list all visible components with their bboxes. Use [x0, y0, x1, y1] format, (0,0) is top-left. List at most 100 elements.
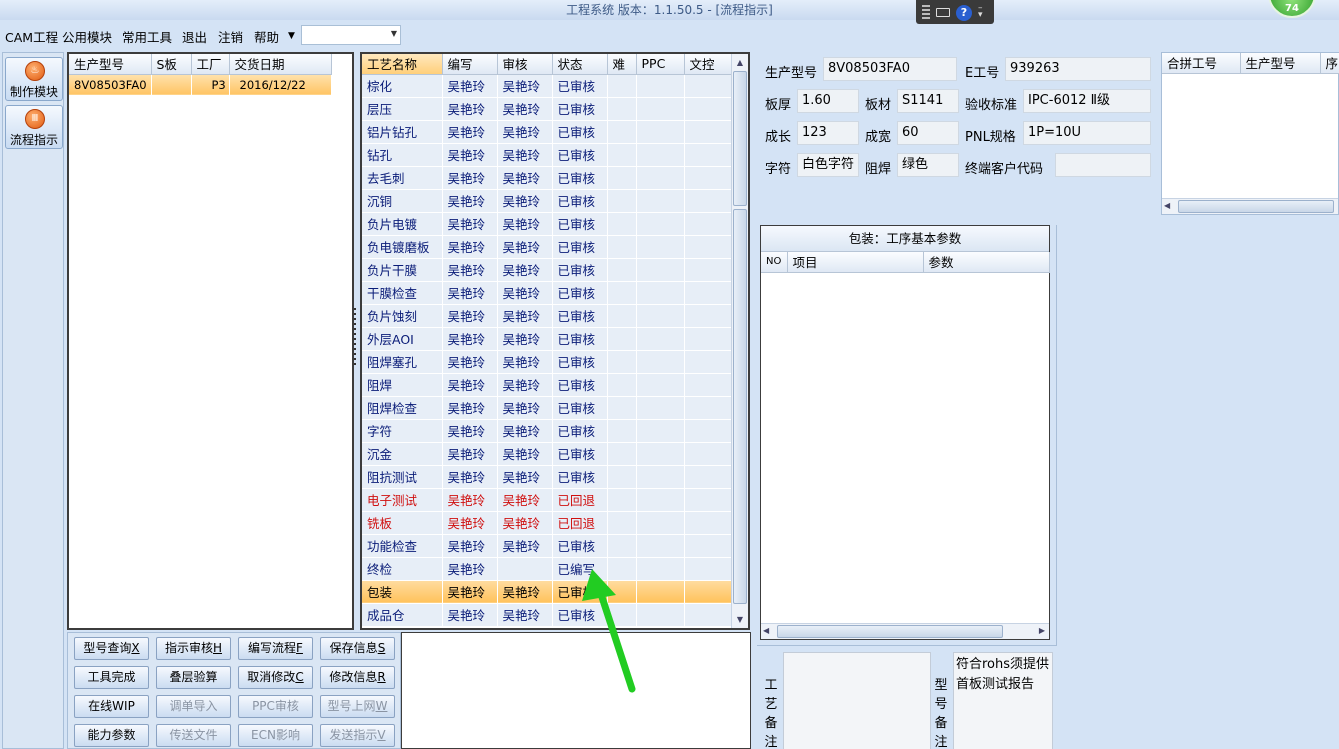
process-status[interactable]: 已审核 — [552, 212, 608, 236]
process-doc-control[interactable] — [684, 603, 733, 627]
process-difficulty[interactable] — [607, 143, 637, 167]
process-ppc[interactable] — [636, 212, 685, 236]
process-status[interactable]: 已审核 — [552, 465, 608, 489]
process-name[interactable]: 阻焊塞孔 — [362, 350, 443, 374]
process-name[interactable]: 铝片钻孔 — [362, 120, 443, 144]
process-status[interactable]: 已审核 — [552, 235, 608, 259]
table-row[interactable]: 负片电镀 吴艳玲 吴艳玲 已审核 — [362, 212, 733, 236]
action-button[interactable]: 传送文件 — [156, 724, 231, 747]
process-ppc[interactable] — [636, 327, 685, 351]
process-status[interactable]: 已审核 — [552, 442, 608, 466]
table-row[interactable]: 阻焊检查 吴艳玲 吴艳玲 已审核 — [362, 396, 733, 420]
process-reviewer[interactable]: 吴艳玲 — [497, 212, 553, 236]
process-ppc[interactable] — [636, 304, 685, 328]
process-reviewer[interactable]: 吴艳玲 — [497, 534, 553, 558]
process-name[interactable]: 包装 — [362, 580, 443, 604]
process-writer[interactable]: 吴艳玲 — [442, 557, 498, 581]
process-ppc[interactable] — [636, 580, 685, 604]
process-name[interactable]: 负片电镀 — [362, 212, 443, 236]
merge-col-model[interactable]: 生产型号 — [1240, 53, 1321, 74]
process-ppc[interactable] — [636, 511, 685, 535]
process-reviewer[interactable]: 吴艳玲 — [497, 97, 553, 121]
table-row[interactable]: 负片蚀刻 吴艳玲 吴艳玲 已审核 — [362, 304, 733, 328]
action-button[interactable]: 修改信息R — [320, 666, 395, 689]
table-row[interactable]: 电子测试 吴艳玲 吴艳玲 已回退 — [362, 488, 733, 512]
process-reviewer[interactable]: 吴艳玲 — [497, 603, 553, 627]
process-name[interactable]: 棕化 — [362, 74, 443, 98]
process-writer[interactable]: 吴艳玲 — [442, 189, 498, 213]
action-button[interactable]: 工具完成 — [74, 666, 149, 689]
process-name[interactable]: 负片蚀刻 — [362, 304, 443, 328]
chevron-down-icon[interactable]: ▼ — [391, 29, 397, 38]
process-difficulty[interactable] — [607, 166, 637, 190]
process-writer[interactable]: 吴艳玲 — [442, 304, 498, 328]
process-name[interactable]: 铣板 — [362, 511, 443, 535]
process-status[interactable]: 已审核 — [552, 97, 608, 121]
action-button[interactable]: 编写流程F — [238, 637, 313, 660]
process-ppc[interactable] — [636, 534, 685, 558]
process-writer[interactable]: 吴艳玲 — [442, 419, 498, 443]
thickness-field[interactable]: 1.60 — [797, 89, 859, 113]
model-remark-field[interactable]: 符合rohs须提供首板测试报告 — [953, 652, 1053, 749]
param-scrollbar[interactable]: ◀ ▶ — [761, 623, 1049, 639]
process-writer[interactable]: 吴艳玲 — [442, 166, 498, 190]
scroll-right-icon[interactable]: ▶ — [1039, 626, 1045, 635]
process-status[interactable]: 已审核 — [552, 534, 608, 558]
action-button[interactable]: 保存信息S — [320, 637, 395, 660]
process-status[interactable]: 已审核 — [552, 143, 608, 167]
table-row[interactable]: 阻抗测试 吴艳玲 吴艳玲 已审核 — [362, 465, 733, 489]
process-doc-control[interactable] — [684, 120, 733, 144]
width-field[interactable]: 60 — [897, 121, 959, 145]
order-s[interactable] — [151, 74, 192, 96]
process-writer[interactable]: 吴艳玲 — [442, 442, 498, 466]
process-doc-control[interactable] — [684, 419, 733, 443]
process-writer[interactable]: 吴艳玲 — [442, 327, 498, 351]
process-reviewer[interactable]: 吴艳玲 — [497, 419, 553, 443]
menu-exit[interactable]: 退出 — [182, 27, 207, 46]
process-difficulty[interactable] — [607, 74, 637, 98]
process-reviewer[interactable]: 吴艳玲 — [497, 396, 553, 420]
process-name[interactable]: 阻抗测试 — [362, 465, 443, 489]
process-status[interactable]: 已审核 — [552, 419, 608, 443]
mask-field[interactable]: 绿色 — [897, 153, 959, 177]
process-ppc[interactable] — [636, 350, 685, 374]
process-col-reviewer[interactable]: 审核 — [497, 54, 553, 75]
process-difficulty[interactable] — [607, 304, 637, 328]
process-name[interactable]: 沉铜 — [362, 189, 443, 213]
table-row[interactable]: 成品仓 吴艳玲 吴艳玲 已审核 — [362, 603, 733, 627]
process-name[interactable]: 阻焊检查 — [362, 396, 443, 420]
process-col-writer[interactable]: 编写 — [442, 54, 498, 75]
process-reviewer[interactable]: 吴艳玲 — [497, 580, 553, 604]
process-difficulty[interactable] — [607, 396, 637, 420]
scroll-down-icon[interactable]: ▼ — [732, 611, 748, 628]
process-status[interactable]: 已回退 — [552, 511, 608, 535]
process-doc-control[interactable] — [684, 74, 733, 98]
process-doc-control[interactable] — [684, 189, 733, 213]
process-ppc[interactable] — [636, 442, 685, 466]
process-doc-control[interactable] — [684, 281, 733, 305]
process-writer[interactable]: 吴艳玲 — [442, 465, 498, 489]
process-doc-control[interactable] — [684, 235, 733, 259]
process-difficulty[interactable] — [607, 603, 637, 627]
table-row[interactable]: 外层AOI 吴艳玲 吴艳玲 已审核 — [362, 327, 733, 351]
pnl-field[interactable]: 1P=10U — [1023, 121, 1151, 145]
process-name[interactable]: 去毛刺 — [362, 166, 443, 190]
process-writer[interactable]: 吴艳玲 — [442, 396, 498, 420]
process-ppc[interactable] — [636, 143, 685, 167]
process-difficulty[interactable] — [607, 511, 637, 535]
process-doc-control[interactable] — [684, 166, 733, 190]
scroll-up-icon[interactable]: ▲ — [732, 54, 748, 71]
process-writer[interactable]: 吴艳玲 — [442, 534, 498, 558]
process-difficulty[interactable] — [607, 212, 637, 236]
action-button[interactable]: 能力参数 — [74, 724, 149, 747]
process-name[interactable]: 成品仓 — [362, 603, 443, 627]
process-doc-control[interactable] — [684, 258, 733, 282]
process-status[interactable]: 已审核 — [552, 327, 608, 351]
order-col-model[interactable]: 生产型号 — [69, 54, 152, 75]
table-row[interactable]: 阻焊 吴艳玲 吴艳玲 已审核 — [362, 373, 733, 397]
merge-scrollbar[interactable]: ◀ — [1162, 198, 1338, 214]
process-ppc[interactable] — [636, 258, 685, 282]
process-ppc[interactable] — [636, 97, 685, 121]
chevron-down-icon[interactable]: – ▾ — [978, 4, 986, 20]
process-reviewer[interactable]: 吴艳玲 — [497, 373, 553, 397]
